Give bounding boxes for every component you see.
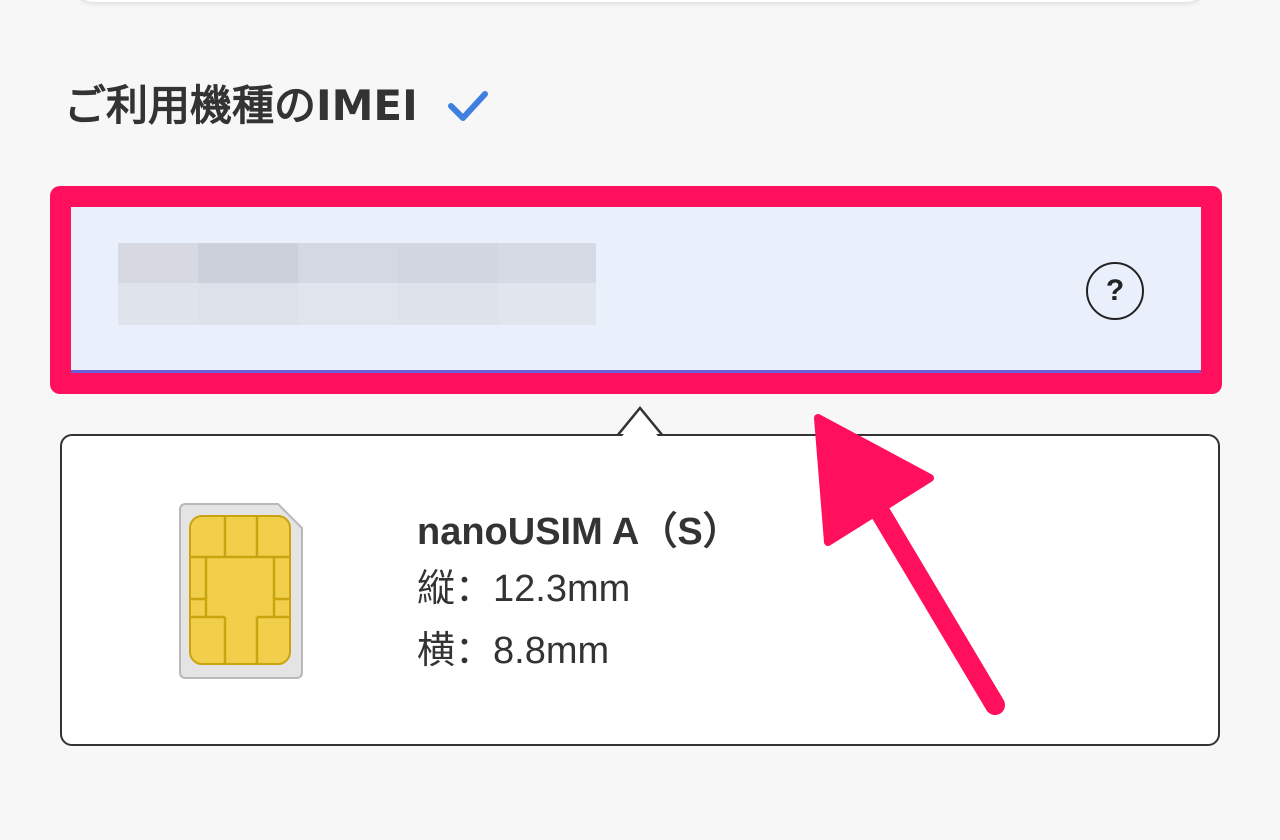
sim-height: 縦：12.3mm: [417, 568, 631, 610]
previous-card-edge: [72, 0, 1208, 2]
imei-value-redacted: [118, 243, 596, 325]
section-title: ご利用機種のIMEI: [64, 81, 418, 130]
sim-name: nanoUSIM A（S）: [417, 511, 741, 553]
checkmark-icon: [447, 86, 488, 126]
question-circle-icon[interactable]: ?: [1086, 262, 1144, 320]
imei-input[interactable]: ?: [71, 207, 1201, 373]
page: ご利用機種のIMEI ? nanoUSIM A（S） 縦：12.3mm 横：8.…: [0, 0, 1280, 840]
sim-width: 横：8.8mm: [417, 630, 610, 672]
pointer-arrow-icon: [814, 414, 1005, 715]
tooltip-pointer-cover: [619, 414, 661, 440]
sim-card-icon: [179, 503, 303, 679]
section-header: ご利用機種のIMEI: [64, 78, 488, 134]
sim-info: nanoUSIM A（S） 縦：12.3mm 横：8.8mm: [417, 506, 741, 682]
